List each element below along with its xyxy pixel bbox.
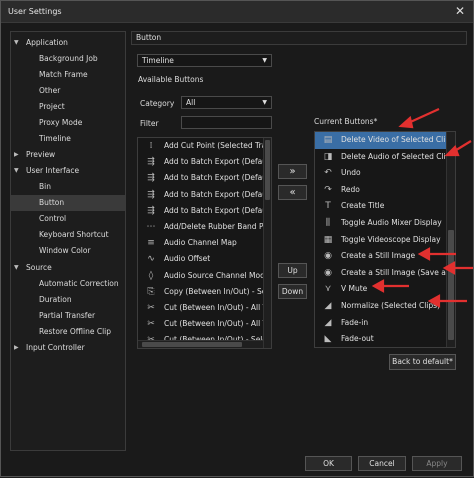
annotation-arrow-head <box>427 294 441 308</box>
annotation-arrow-head <box>371 279 385 293</box>
annotation-arrow-head <box>444 145 460 157</box>
annotation-arrow-head <box>442 261 456 275</box>
user-settings-window: User Settings ✕ ▼ Application Background J… <box>0 0 474 477</box>
annotation-arrows <box>371 107 473 308</box>
annotation-arrow-head <box>417 247 431 261</box>
annotation-arrow-head <box>398 115 414 129</box>
